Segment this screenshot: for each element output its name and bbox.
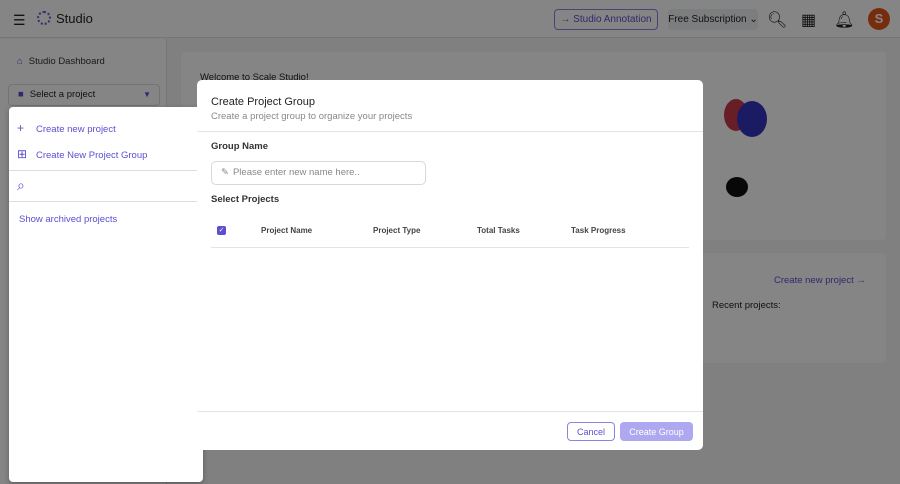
create-group-button[interactable]: Create Group xyxy=(620,422,693,441)
divider xyxy=(9,170,203,171)
divider xyxy=(9,201,203,202)
footer-divider xyxy=(197,411,703,412)
column-header-project-name[interactable]: Project Name xyxy=(261,226,312,235)
search-icon[interactable]: ⌕ xyxy=(17,177,25,194)
create-project-group-dialog: Create Project Group Create a project gr… xyxy=(197,80,703,450)
create-new-project-item[interactable]: + Create new project xyxy=(17,121,116,135)
create-project-group-item[interactable]: ⊞ Create New Project Group xyxy=(17,147,147,161)
select-all-checkbox[interactable]: ✓ xyxy=(217,226,226,235)
show-archived-link[interactable]: Show archived projects xyxy=(19,214,117,225)
table-divider xyxy=(211,247,689,248)
plus-icon: + xyxy=(17,121,25,135)
column-header-task-progress[interactable]: Task Progress xyxy=(571,226,626,235)
column-header-project-type[interactable]: Project Type xyxy=(373,226,420,235)
folder-plus-icon: ⊞ xyxy=(17,147,28,161)
dialog-title: Create Project Group xyxy=(211,96,315,108)
select-projects-label: Select Projects xyxy=(211,194,280,205)
column-header-total-tasks[interactable]: Total Tasks xyxy=(477,226,520,235)
cancel-button[interactable]: Cancel xyxy=(567,422,615,441)
group-name-input[interactable]: ✎ Please enter new name here.. xyxy=(211,161,426,185)
project-dropdown-menu: + Create new project ⊞ Create New Project … xyxy=(9,107,203,482)
divider xyxy=(197,131,703,132)
pencil-icon: ✎ xyxy=(221,167,229,178)
dialog-subtitle: Create a project group to organize your … xyxy=(211,111,413,122)
group-name-label: Group Name xyxy=(211,141,269,152)
